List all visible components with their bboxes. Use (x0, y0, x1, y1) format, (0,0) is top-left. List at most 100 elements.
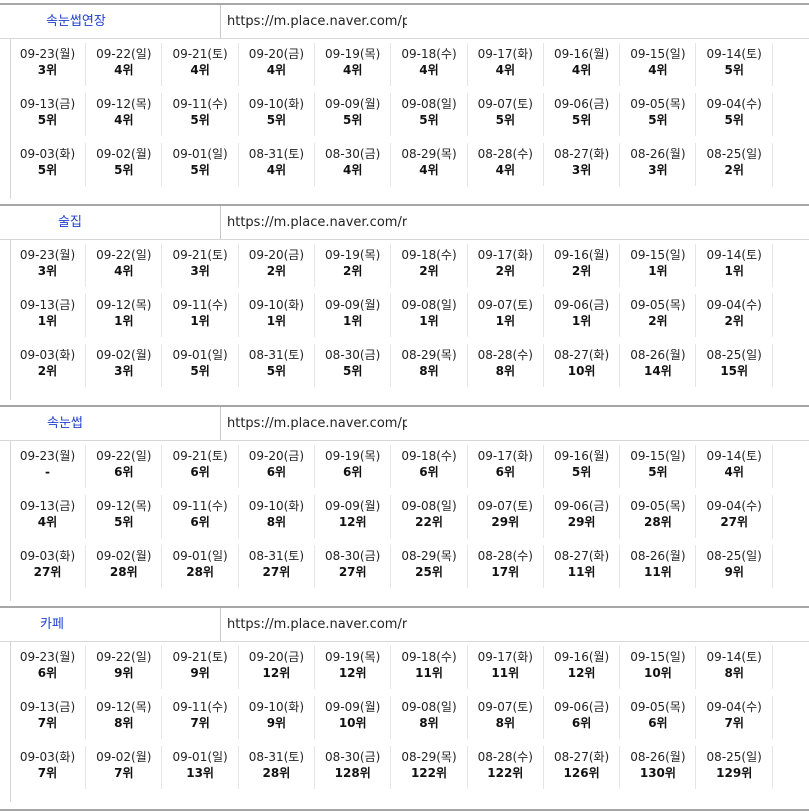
rank-cell: 09-20(금) 6위 (239, 445, 315, 488)
rank-date: 08-27(화) (553, 750, 610, 764)
rank-date: 09-18(수) (401, 47, 457, 61)
rank-value: 2위 (724, 163, 744, 177)
rank-cell: 08-28(수) 8위 (468, 344, 544, 387)
rank-date: 09-01(일) (172, 549, 228, 563)
rank-date: 09-11(수) (172, 499, 228, 513)
rank-value: 7위 (724, 716, 744, 730)
rank-date: 08-28(수) (477, 750, 533, 764)
rank-date: 08-25(일) (706, 549, 762, 563)
rank-cell: 09-07(토) 1위 (468, 294, 544, 337)
place-url[interactable]: https://m.place.naver.com/restauran (222, 608, 407, 641)
rank-cell: 08-28(수) 17위 (468, 545, 544, 588)
rank-cell: 09-07(토) 29위 (468, 495, 544, 538)
rank-date: 09-19(목) (325, 248, 381, 262)
rank-date: 09-06(금) (553, 97, 610, 111)
rank-cell: 08-30(금) 128위 (315, 746, 392, 789)
rank-row: 09-23(월) 3위 09-22(일) 4위 09-21(토) 3위 09-20(금) 2위… (10, 244, 780, 294)
rank-date: 08-31(토) (248, 549, 305, 563)
rank-value: 9위 (190, 666, 210, 680)
rank-date: 09-06(금) (553, 700, 610, 714)
place-url[interactable]: https://m.place.naver.com/restauran (222, 206, 407, 239)
rank-value: 5위 (114, 515, 134, 529)
rank-date: 09-10(화) (248, 97, 305, 111)
rank-value: 3위 (37, 264, 58, 278)
rank-cell: 08-28(수) 122위 (468, 746, 544, 789)
rank-date: 08-26(월) (630, 147, 686, 161)
rank-row: 09-03(화) 5위 09-02(월) 5위 09-01(일) 5위 08-31(토) 4위… (10, 143, 780, 193)
keyword-block: 카페https://m.place.naver.com/restauran 09-… (0, 606, 809, 811)
keyword-header: 술집https://m.place.naver.com/restauran (0, 206, 809, 240)
rank-value: 1위 (648, 264, 668, 278)
rank-date: 09-01(일) (172, 750, 228, 764)
rank-date: 08-26(월) (630, 549, 686, 563)
rank-cell: 09-14(토) 5위 (697, 43, 773, 86)
rank-cell: 09-15(일) 10위 (620, 646, 697, 689)
rank-value: 3위 (648, 163, 668, 177)
rank-value: 6위 (266, 465, 287, 479)
rank-cell: 09-22(일) 4위 (86, 244, 163, 287)
rank-cell: 09-03(화) 27위 (10, 545, 86, 588)
rank-value: 4위 (190, 63, 210, 77)
rank-cell: 09-10(화) 1위 (239, 294, 315, 337)
rank-value: 8위 (114, 716, 134, 730)
rank-value: 4위 (648, 63, 668, 77)
rank-row: 09-13(금) 4위 09-12(목) 5위 09-11(수) 6위 09-10(화) 8위… (10, 495, 780, 545)
rank-value: 22위 (415, 515, 443, 529)
rank-cell: 09-04(수) 7위 (697, 696, 773, 739)
rank-cell: 09-13(금) 5위 (10, 93, 86, 136)
keyword-label[interactable]: 술집 (10, 206, 221, 239)
rank-value: 4위 (342, 63, 363, 77)
rank-cell: 09-06(금) 5위 (544, 93, 621, 136)
rank-cell: 09-18(수) 2위 (392, 244, 468, 287)
rank-date: 09-17(화) (477, 449, 533, 463)
keyword-label[interactable]: 속눈썹 (10, 407, 221, 440)
keyword-header: 속눈썹https://m.place.naver.com/plac (0, 407, 809, 441)
rank-date: 08-31(토) (248, 348, 305, 362)
rank-value: 5위 (190, 113, 210, 127)
rank-value: 129위 (716, 766, 753, 780)
rank-date: 08-30(금) (325, 348, 381, 362)
rank-date: 09-16(월) (553, 47, 610, 61)
rank-date: 08-31(토) (248, 147, 305, 161)
rank-value: 14위 (644, 364, 672, 378)
rank-value: 9위 (114, 666, 134, 680)
rank-cell: 08-26(월) 11위 (620, 545, 697, 588)
keyword-label[interactable]: 속눈썹연장 (10, 5, 221, 38)
rank-cell: 09-18(수) 6위 (392, 445, 468, 488)
place-url[interactable]: https://m.place.naver.com/plac (222, 407, 407, 440)
rank-cell: 09-05(목) 6위 (620, 696, 697, 739)
rank-cell: 08-26(월) 14위 (620, 344, 697, 387)
rank-date: 09-03(화) (19, 348, 76, 362)
rank-value: 1위 (114, 314, 134, 328)
rank-value: 2위 (342, 264, 363, 278)
keyword-label[interactable]: 카페 (10, 608, 221, 641)
rank-value: 8위 (266, 515, 287, 529)
rank-cell: 09-10(화) 5위 (239, 93, 315, 136)
rank-date: 09-12(목) (96, 298, 152, 312)
rank-cell: 09-23(월) 3위 (10, 43, 86, 86)
rank-value: 122위 (410, 766, 448, 780)
rank-date: 09-19(목) (325, 449, 381, 463)
rank-value: 3위 (37, 63, 58, 77)
rank-cell: 09-20(금) 12위 (239, 646, 315, 689)
rank-cell: 09-16(월) 4위 (544, 43, 621, 86)
rank-date: 09-02(월) (96, 750, 152, 764)
rank-date: 09-07(토) (477, 298, 533, 312)
keyword-block: 술집https://m.place.naver.com/restauran 09-… (0, 204, 809, 404)
rank-value: 6위 (571, 716, 592, 730)
rank-value: 4위 (495, 63, 515, 77)
rank-value: 12위 (262, 666, 291, 680)
rank-value: 9위 (266, 716, 287, 730)
rank-value: 1위 (495, 314, 515, 328)
rank-value: 13위 (186, 766, 214, 780)
rank-cell: 09-19(목) 6위 (315, 445, 392, 488)
rank-cell: 08-29(목) 122위 (392, 746, 468, 789)
rank-value: 5위 (495, 113, 515, 127)
place-url[interactable]: https://m.place.naver.com/plac (222, 5, 407, 38)
rank-date: 08-29(목) (401, 348, 457, 362)
rank-date: 08-27(화) (553, 549, 610, 563)
rank-date: 09-23(월) (19, 650, 76, 664)
rank-value: 6위 (648, 716, 668, 730)
rank-value: 25위 (415, 565, 443, 579)
rank-date: 08-25(일) (706, 750, 762, 764)
